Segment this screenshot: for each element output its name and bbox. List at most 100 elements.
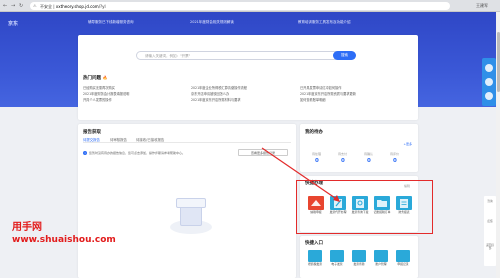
- address-text: 不安全 | xxtheory.shop.jd.com/?yl: [40, 4, 106, 10]
- todo-count[interactable]: 0: [393, 158, 397, 164]
- hot-question-link[interactable]: 已经购买无需再次购买: [83, 85, 115, 90]
- brand-logo[interactable]: 京东: [8, 20, 18, 27]
- floating-tools: 咨询 反馈 返回顶部: [484, 196, 496, 266]
- hot-question-link[interactable]: 2021年度财务会计报表填报说明: [83, 91, 129, 96]
- profile-name[interactable]: 王建军: [476, 3, 488, 9]
- page-scrollbar[interactable]: [496, 12, 500, 278]
- todo-label: 待支付: [338, 152, 348, 156]
- consult-tool[interactable]: 咨询: [485, 200, 495, 203]
- quick-item-invoice-issue[interactable]: 发票代开办理: [330, 196, 346, 218]
- quick-item-bookkeeping[interactable]: 记账报税订单: [374, 196, 390, 218]
- quick-item-label: 财务报表: [398, 210, 410, 214]
- watermark-name: 用手网: [12, 222, 42, 233]
- invoice-issue-icon: [330, 196, 346, 210]
- entry-e-invoice[interactable]: 电子发票: [330, 250, 344, 274]
- quick-item-label: 发票查询下载: [351, 210, 369, 214]
- todo-label: 待评价: [390, 152, 400, 156]
- todo-label: 待处理: [312, 152, 322, 156]
- feedback-tool[interactable]: 反馈: [485, 220, 495, 223]
- invoice-query-icon: [352, 196, 368, 210]
- quick-handle-title: 快捷办理: [305, 181, 323, 186]
- service-icon[interactable]: [485, 64, 493, 72]
- report-title: 报告获取: [83, 130, 101, 135]
- tab-divider: [83, 142, 291, 143]
- quick-edit-link[interactable]: 编辑: [404, 184, 410, 188]
- hot-questions-title: 热门问题 🔥: [83, 75, 108, 81]
- quick-item-label: 发票代开办理: [329, 210, 347, 214]
- quick-item-invoice-query[interactable]: 发票查询下载: [352, 196, 368, 218]
- reload-icon[interactable]: ↻: [19, 3, 23, 9]
- quick-entry-card: 快捷入口 增值税发票 电子发票 发票查验 账户管理 申报记录: [300, 236, 418, 278]
- info-icon: i: [83, 151, 87, 155]
- report-history-button[interactable]: 查看更多报告记录: [238, 149, 288, 156]
- quick-item-finance-report[interactable]: 财务报表: [396, 196, 412, 218]
- hot-question-link[interactable]: 2021年度京东开店所需材料与要求: [191, 97, 241, 102]
- declare-record-icon: [396, 250, 410, 262]
- hot-question-link[interactable]: 如何查看账单明细: [300, 97, 326, 102]
- hot-question-link[interactable]: 2021年度京东开店所需资质与要求更新: [300, 91, 356, 96]
- hot-title-text: 热门问题: [83, 76, 101, 81]
- address-bar[interactable]: ⚠ 不安全 | xxtheory.shop.jd.com/?yl: [30, 2, 450, 10]
- flame-icon: 🔥: [102, 75, 108, 80]
- address-path: /?yl: [98, 3, 106, 9]
- entry-account-manage[interactable]: 账户管理: [374, 250, 388, 274]
- floating-service-bar[interactable]: [482, 58, 496, 106]
- todo-label: 待确认: [364, 152, 374, 156]
- search-input[interactable]: 请输入关键词，例如："开票": [136, 51, 346, 60]
- todo-more-link[interactable]: +更多: [403, 142, 412, 146]
- notice-item[interactable]: 2021年度财会相关规则解读: [190, 20, 234, 25]
- empty-box-lid: [176, 198, 206, 208]
- todo-count[interactable]: 0: [341, 158, 345, 164]
- todo-count[interactable]: 0: [315, 158, 319, 164]
- bookkeeping-icon: [374, 196, 390, 210]
- todo-count[interactable]: 0: [367, 158, 371, 164]
- insecure-icon: ⚠: [33, 3, 37, 8]
- forward-icon[interactable]: →: [11, 3, 15, 9]
- search-card: 请输入关键词，例如："开票" 搜索 热门问题 🔥 已经购买无需再次购买 2021…: [78, 35, 418, 120]
- quick-handle-card: 快捷办理 编辑 纳税申报 发票代开办理 发票查询下载 记账报税订单 财务报表: [300, 176, 418, 232]
- browser-toolbar: ← → ↻ ⚠ 不安全 | xxtheory.shop.jd.com/?yl 王…: [0, 0, 500, 12]
- entry-label: 发票查验: [353, 262, 365, 266]
- scrollbar-thumb[interactable]: [496, 32, 500, 92]
- hot-question-link[interactable]: 开具个人发票的操作: [83, 97, 112, 102]
- search-placeholder: 请输入关键词，例如："开票": [145, 54, 191, 58]
- e-invoice-icon: [330, 250, 344, 262]
- hot-question-link[interactable]: 已开具发票申请红冲如何操作: [300, 85, 341, 90]
- report-card: 报告获取 待提交报告 待审核报告 待接收/已接收报告 i 您暂时没有待办的报告信息…: [78, 124, 296, 278]
- entry-label: 电子发票: [331, 262, 343, 266]
- vat-invoice-icon: [308, 250, 322, 262]
- location-icon[interactable]: [485, 78, 493, 86]
- entry-vat-invoice[interactable]: 增值税发票: [308, 250, 322, 274]
- search-button[interactable]: 搜索: [333, 51, 356, 60]
- entry-label: 账户管理: [375, 262, 387, 266]
- hot-question-link[interactable]: 京东开店申请被驳回怎么办: [191, 91, 229, 96]
- quick-item-label: 纳税申报: [310, 210, 322, 214]
- quick-item-tax-declare[interactable]: 纳税申报: [308, 196, 324, 218]
- entry-declare-record[interactable]: 申报记录: [396, 250, 410, 274]
- entry-label: 申报记录: [397, 262, 409, 266]
- empty-box: [180, 206, 202, 226]
- report-notice-text: 您暂时没有待办的报告信息，您可点击添加，操作步骤请参考帮助中心。: [89, 151, 186, 155]
- todo-title: 我的待办: [305, 130, 323, 135]
- back-to-top-tool[interactable]: 返回顶部: [485, 244, 495, 250]
- back-icon[interactable]: ←: [3, 3, 7, 9]
- watermark-url: www.shuaishou.com: [12, 235, 116, 245]
- invoice-verify-icon: [352, 250, 366, 262]
- entry-label: 增值税发票: [308, 262, 322, 266]
- todo-card: 我的待办 +更多 待处理 0 待支付 0 待确认 0 待评价 0: [300, 124, 418, 172]
- address-domain: xxtheory.shop.jd.com: [55, 3, 99, 9]
- quick-item-label: 记账报税订单: [373, 210, 391, 214]
- hot-question-link[interactable]: 2021年度企业所得税汇算清缴操作流程: [191, 85, 247, 90]
- entry-invoice-verify[interactable]: 发票查验: [352, 250, 366, 274]
- address-prefix: 不安全 |: [40, 3, 56, 9]
- tax-declare-icon: [308, 196, 324, 210]
- notice-item[interactable]: 辅导服务已下线新增服务咨询: [88, 20, 134, 25]
- account-manage-icon: [374, 250, 388, 262]
- report-notice: i 您暂时没有待办的报告信息，您可点击添加，操作步骤请参考帮助中心。: [83, 151, 185, 155]
- notice-item[interactable]: 教育培训服务工具发布及功能介绍: [298, 20, 351, 25]
- phone-icon[interactable]: [485, 92, 493, 100]
- finance-report-icon: [396, 196, 412, 210]
- quick-entry-title: 快捷入口: [305, 241, 323, 246]
- watermark: 用手网 www.shuaishou.com: [12, 218, 116, 245]
- empty-state-illustration: [166, 188, 216, 238]
